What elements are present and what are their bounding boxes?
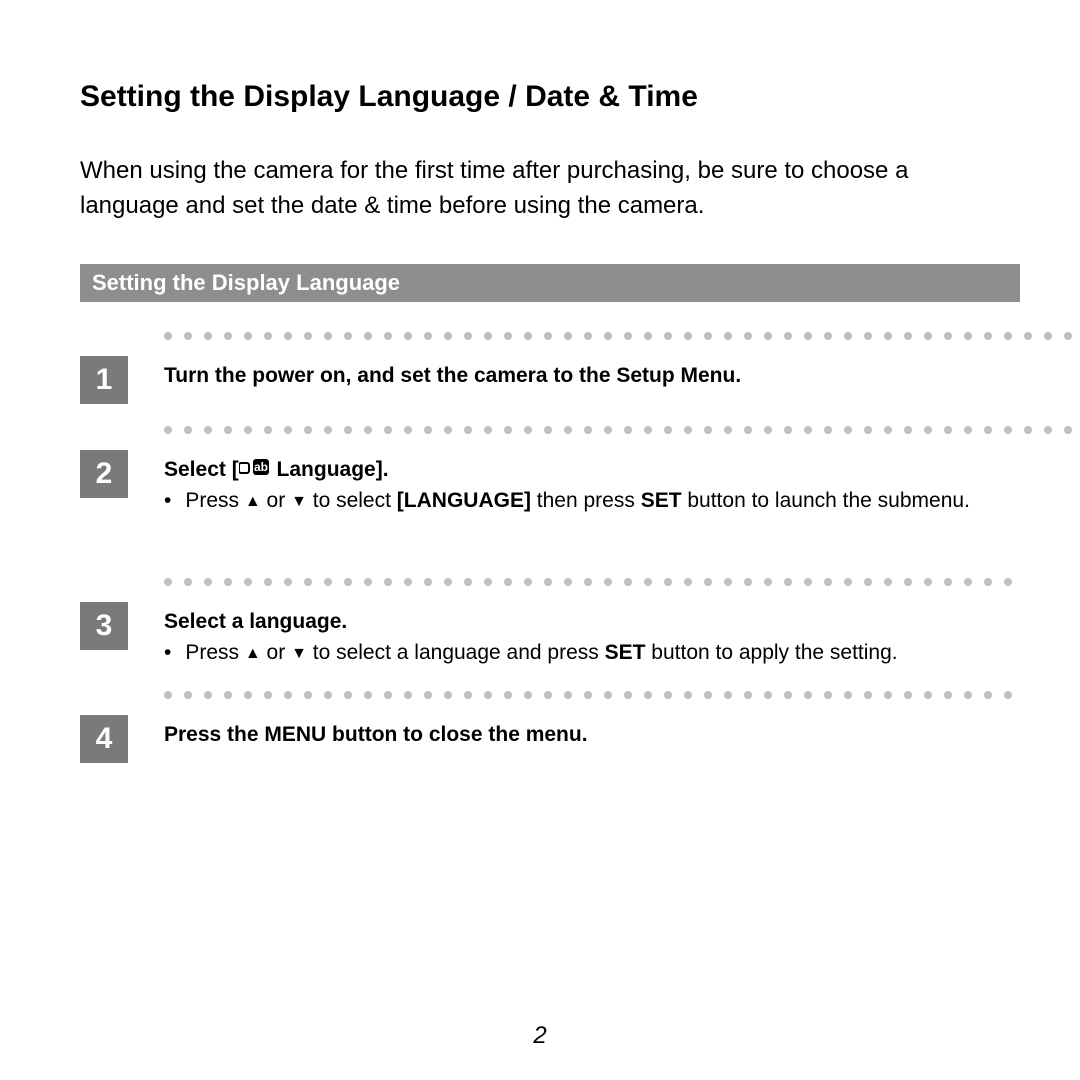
dotted-divider <box>164 572 1020 592</box>
text: Press <box>185 489 245 512</box>
dotted-divider <box>164 420 1080 440</box>
language-icon: ab <box>239 457 271 479</box>
text: button to launch the submenu. <box>682 489 970 512</box>
step-heading: Select a language. <box>164 610 347 633</box>
manual-page: Setting the Display Language / Date & Ti… <box>0 0 1080 1080</box>
step-number-badge: 3 <box>80 602 128 650</box>
step-heading-prefix: Select [ <box>164 458 239 481</box>
text: button to apply the setting. <box>645 641 897 664</box>
svg-text:ab: ab <box>254 460 268 474</box>
page-number: 2 <box>0 1022 1080 1050</box>
steps-column-wide: 3 Select a language. Press or to select … <box>80 572 1020 763</box>
intro-text: When using the camera for the first time… <box>80 154 1020 224</box>
content-row: 1 Turn the power on, and set the camera … <box>80 320 1020 566</box>
text: or <box>261 489 291 512</box>
step-body: Press the MENU button to close the menu. <box>164 715 1020 751</box>
text-bold: SET <box>641 489 682 512</box>
steps-column: 1 Turn the power on, and set the camera … <box>80 320 1080 533</box>
section-subheader: Setting the Display Language <box>80 264 1020 302</box>
arrow-down-icon <box>291 489 307 512</box>
arrow-up-icon <box>245 641 261 664</box>
dotted-divider <box>164 326 1080 346</box>
step-body: Turn the power on, and set the camera to… <box>164 356 1080 392</box>
step-heading: Press the MENU button to close the menu. <box>164 723 588 746</box>
step-number-badge: 1 <box>80 356 128 404</box>
text: or <box>261 641 291 664</box>
text-bold: SET <box>605 641 646 664</box>
arrow-up-icon <box>245 489 261 512</box>
step-heading: Turn the power on, and set the camera to… <box>164 364 741 387</box>
step-1: 1 Turn the power on, and set the camera … <box>80 356 1080 404</box>
text: to select <box>307 489 391 512</box>
step-number-badge: 2 <box>80 450 128 498</box>
arrow-down-icon <box>291 641 307 664</box>
page-title: Setting the Display Language / Date & Ti… <box>80 80 1020 114</box>
step-3: 3 Select a language. Press or to select … <box>80 602 1020 669</box>
step-number-badge: 4 <box>80 715 128 763</box>
step-body: Select a language. Press or to select a … <box>164 602 1020 669</box>
step-4: 4 Press the MENU button to close the men… <box>80 715 1020 763</box>
text: to select a language and press <box>307 641 605 664</box>
text: Press <box>185 641 245 664</box>
step-2: 2 Select [ ab Language]. Press or to sele… <box>80 450 1080 517</box>
step-body: Select [ ab Language]. Press or to select… <box>164 450 1080 517</box>
text-bold: [LANGUAGE] <box>397 489 531 512</box>
dotted-divider <box>164 685 1020 705</box>
step-heading-suffix: Language]. <box>271 458 389 481</box>
text: then press <box>531 489 641 512</box>
